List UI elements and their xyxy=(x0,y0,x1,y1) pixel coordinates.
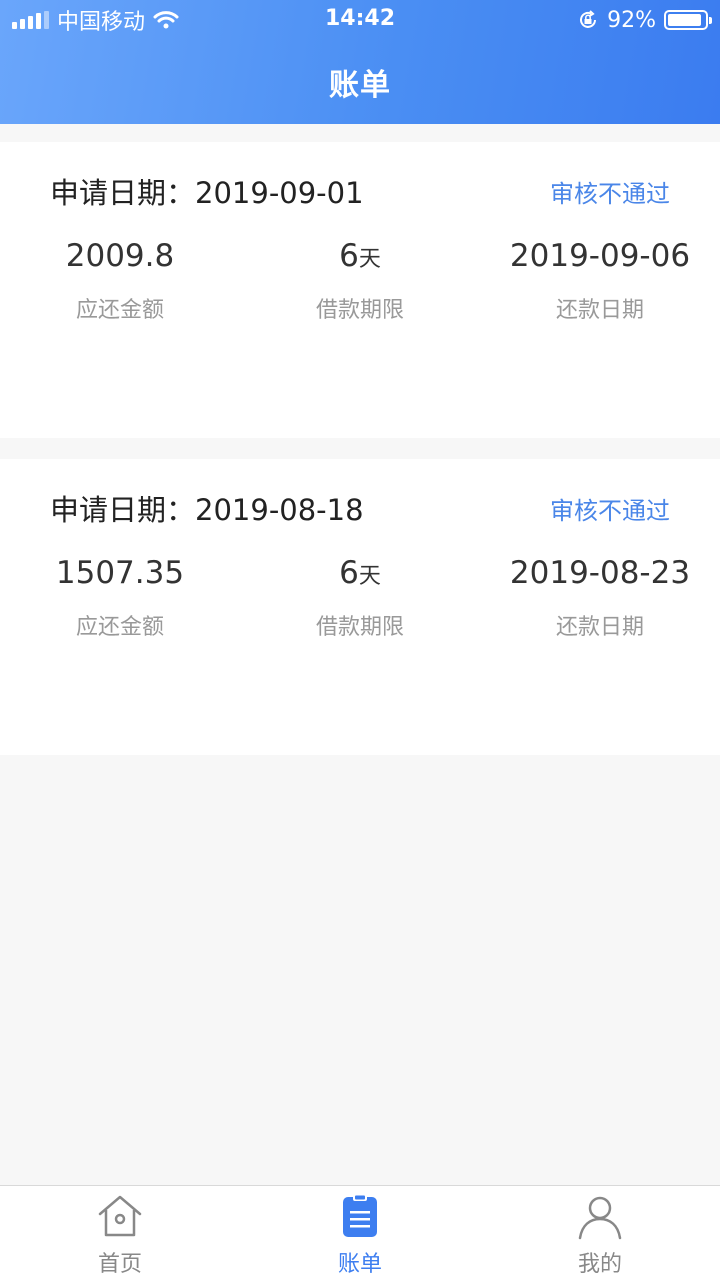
term-column: 6天 借款期限 xyxy=(240,551,480,641)
amount-column: 2009.8 应还金额 xyxy=(0,234,240,324)
repay-date-label: 还款日期 xyxy=(555,298,644,323)
tab-me[interactable]: 我的 xyxy=(480,1186,720,1280)
apply-date: 申请日期：2019-08-18 xyxy=(50,493,364,527)
amount-value: 2009.8 xyxy=(65,238,175,274)
status-badge: 审核不通过 xyxy=(550,180,670,208)
apply-date: 申请日期：2019-09-01 xyxy=(50,176,364,210)
page-title: 账单 xyxy=(329,68,391,103)
repay-column: 2019-08-23 还款日期 xyxy=(480,551,720,641)
tab-home[interactable]: 首页 xyxy=(0,1186,240,1280)
term-value: 6天 xyxy=(339,555,381,591)
tab-bill[interactable]: 账单 xyxy=(240,1186,480,1280)
term-value: 6天 xyxy=(339,238,381,274)
repay-date-value: 2019-09-06 xyxy=(509,238,691,274)
tab-bill-label: 账单 xyxy=(337,1252,382,1277)
repay-date-label: 还款日期 xyxy=(555,615,644,640)
battery-icon xyxy=(664,10,712,30)
amount-column: 1507.35 应还金额 xyxy=(0,551,240,641)
tab-home-label: 首页 xyxy=(97,1252,142,1277)
battery-percent: 92% xyxy=(607,7,656,33)
term-label: 借款期限 xyxy=(315,615,404,640)
term-label: 借款期限 xyxy=(315,298,404,323)
status-badge: 审核不通过 xyxy=(550,497,670,525)
header: 中国移动 14:42 92% 账单 xyxy=(0,0,720,124)
bill-card[interactable]: 申请日期：2019-08-18 审核不通过 1507.35 应还金额 6天 借款… xyxy=(0,459,720,755)
user-icon xyxy=(578,1196,622,1240)
status-bar: 中国移动 14:42 92% xyxy=(0,0,720,40)
amount-value: 1507.35 xyxy=(55,555,185,591)
tab-bar: 首页 账单 我的 xyxy=(0,1185,720,1280)
repay-column: 2019-09-06 还款日期 xyxy=(480,234,720,324)
bill-card[interactable]: 申请日期：2019-09-01 审核不通过 2009.8 应还金额 6天 借款期… xyxy=(0,142,720,438)
amount-label: 应还金额 xyxy=(75,615,164,640)
tab-me-label: 我的 xyxy=(577,1252,622,1277)
clipboard-icon xyxy=(343,1194,377,1237)
amount-label: 应还金额 xyxy=(75,298,164,323)
term-column: 6天 借款期限 xyxy=(240,234,480,324)
rotation-lock-icon xyxy=(580,10,597,28)
repay-date-value: 2019-08-23 xyxy=(509,555,691,591)
home-icon xyxy=(98,1195,142,1237)
